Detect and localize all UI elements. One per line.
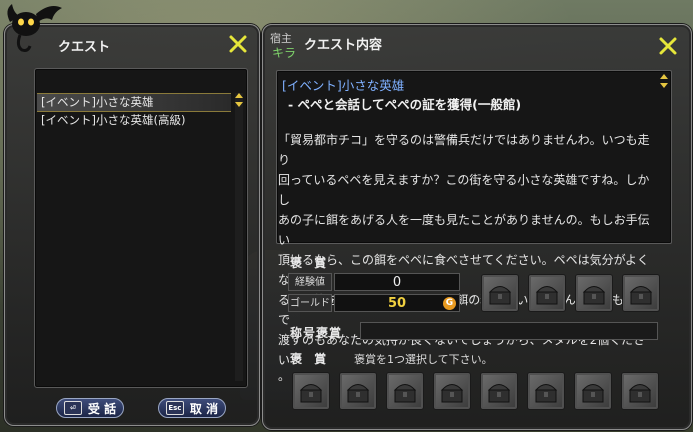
choice-reward-slot[interactable] — [386, 372, 424, 410]
enter-key-icon: ⏎ — [63, 401, 82, 415]
esc-key-icon: Esc — [165, 401, 184, 415]
chest-icon — [440, 384, 464, 403]
chest-icon — [535, 286, 559, 305]
npc-name: キラ — [272, 46, 297, 60]
chest-icon — [346, 384, 370, 403]
quest-list-title: クエスト — [58, 40, 111, 55]
cancel-quest-button[interactable]: Esc 取 消 — [158, 398, 226, 418]
title-reward-value — [360, 322, 658, 340]
chest-icon — [629, 286, 653, 305]
reward-label: 褒 賞 — [290, 256, 331, 270]
chest-icon — [628, 384, 652, 403]
quest-objective: - ペペと会話してペペの証を獲得(一般館) — [288, 97, 522, 112]
gold-value: 50 G — [334, 294, 460, 312]
quest-detail-close-button[interactable] — [658, 36, 678, 56]
close-icon — [659, 37, 677, 55]
choice-reward-slot[interactable] — [292, 372, 330, 410]
fixed-reward-slot[interactable] — [481, 274, 519, 312]
quest-list-box: [イベント]小さな英雄 [イベント]小さな英雄(高級) — [34, 68, 248, 388]
description-scrollbar[interactable] — [660, 74, 668, 240]
choice-reward-label: 褒 賞 — [290, 352, 331, 366]
choice-reward-slot[interactable] — [480, 372, 518, 410]
cancel-quest-label: 取 消 — [189, 401, 219, 416]
chest-icon — [582, 286, 606, 305]
description-line: 回っているペペを見えますか？この街を守る小さな英雄ですね。しかし — [278, 173, 650, 207]
close-icon — [229, 35, 247, 53]
title-reward-label: 称号褒賞 — [290, 326, 343, 340]
exp-value: 0 — [334, 273, 460, 291]
chest-icon — [487, 384, 511, 403]
chest-icon — [488, 286, 512, 305]
exp-label: 経験値 — [288, 273, 332, 291]
choice-reward-slot[interactable] — [433, 372, 471, 410]
scroll-arrows-icon[interactable] — [660, 74, 668, 88]
accept-quest-button[interactable]: ⏎ 受 話 — [56, 398, 124, 418]
chest-icon — [581, 384, 605, 403]
quest-description: 「貿易都市チコ」を守るのは警備兵だけではありませんわ。いつも走り 回っているペペ… — [278, 130, 656, 382]
choice-reward-slot[interactable] — [527, 372, 565, 410]
fixed-reward-slot[interactable] — [622, 274, 660, 312]
devil-mascot-icon — [7, 4, 62, 52]
quest-list-scrollbar[interactable] — [235, 93, 243, 381]
chest-icon — [534, 384, 558, 403]
fixed-reward-slot[interactable] — [575, 274, 613, 312]
gold-coin-icon: G — [443, 297, 456, 310]
accept-quest-label: 受 話 — [87, 401, 117, 416]
description-line: あの子に餌をあげる人を一度も見たことがありませんの。もしお手伝い — [278, 213, 650, 247]
choice-reward-hint: 褒賞を1つ選択して下さい。 — [354, 353, 493, 366]
quest-name: [イベント]小さな英雄 — [282, 78, 405, 93]
chest-icon — [299, 384, 323, 403]
quest-list-item[interactable]: [イベント]小さな英雄(高級) — [37, 112, 231, 129]
fixed-reward-slot[interactable] — [528, 274, 566, 312]
choice-reward-slot[interactable] — [574, 372, 612, 410]
gold-label: ゴールド — [288, 294, 332, 312]
choice-reward-slot[interactable] — [339, 372, 377, 410]
choice-reward-slot[interactable] — [621, 372, 659, 410]
scroll-arrows-icon[interactable] — [235, 93, 243, 107]
chest-icon — [393, 384, 417, 403]
quest-detail-title: クエスト内容 — [304, 38, 383, 53]
gold-amount: 50 — [387, 296, 407, 311]
quest-list-close-button[interactable] — [228, 34, 248, 54]
description-line: 「貿易都市チコ」を守るのは警備兵だけではありませんわ。いつも走り — [278, 133, 650, 167]
quest-list-item[interactable]: [イベント]小さな英雄 — [37, 93, 231, 112]
